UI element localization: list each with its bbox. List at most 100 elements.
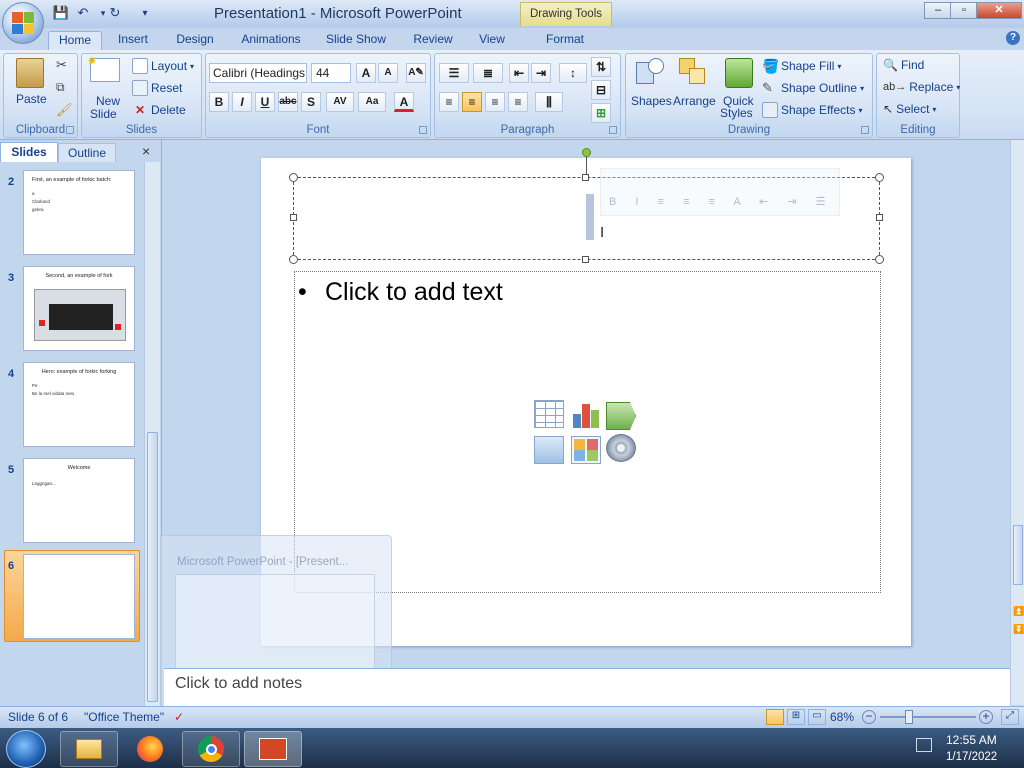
slide-thumbnail-4[interactable]: Hero: example of forkic forking Pe Be la…	[23, 362, 135, 447]
clear-formatting-icon[interactable]: A✎	[406, 63, 426, 83]
insert-picture-icon[interactable]	[534, 436, 564, 464]
content-placeholder-text[interactable]: Click to add text	[325, 278, 503, 307]
reset-button[interactable]: Reset	[132, 80, 182, 96]
taskbar-explorer[interactable]	[60, 731, 118, 767]
bullets-icon[interactable]: ☰	[439, 63, 469, 83]
insert-chart-icon[interactable]	[571, 400, 601, 428]
align-center-icon[interactable]: ≡	[462, 92, 482, 112]
insert-table-icon[interactable]	[534, 400, 564, 428]
new-slide-button-line2[interactable]: Slide	[90, 107, 117, 121]
slide-scroll-thumb[interactable]	[1013, 525, 1023, 585]
insert-smartart-icon[interactable]	[606, 402, 636, 430]
decrease-indent-icon[interactable]: ⇤	[509, 63, 529, 83]
text-shadow-icon[interactable]: S	[301, 92, 321, 112]
text-direction-icon[interactable]: ⇅	[591, 57, 611, 77]
paste-button[interactable]: Paste	[16, 92, 47, 106]
zoom-slider-thumb[interactable]	[905, 710, 913, 724]
tab-animations[interactable]: Animations	[236, 31, 306, 50]
delete-button[interactable]: ✕ Delete	[132, 102, 186, 118]
cut-icon[interactable]: ✂	[56, 57, 67, 73]
insert-media-icon[interactable]	[606, 434, 636, 462]
slide-show-icon[interactable]: ▭	[808, 709, 826, 725]
clipboard-launcher-icon[interactable]	[66, 126, 74, 134]
copy-icon[interactable]: ⧉	[56, 80, 65, 95]
notes-placeholder[interactable]: Click to add notes	[175, 675, 302, 693]
clock-date[interactable]: 1/17/2022	[946, 751, 997, 763]
bold-icon[interactable]: B	[209, 92, 229, 112]
restore-button[interactable]: ▫	[950, 2, 978, 19]
minimize-button[interactable]: –	[924, 2, 952, 19]
paste-icon[interactable]	[16, 58, 44, 88]
align-left-icon[interactable]: ≡	[439, 92, 459, 112]
taskbar-powerpoint[interactable]	[244, 731, 302, 767]
quick-styles-button-line2[interactable]: Styles	[720, 106, 753, 120]
tab-insert[interactable]: Insert	[110, 31, 156, 50]
replace-button[interactable]: ab→ Replace ▾	[883, 80, 960, 94]
underline-icon[interactable]: U	[255, 92, 275, 112]
format-painter-icon[interactable]: 🖌	[56, 102, 73, 118]
slide-thumbnail-5[interactable]: Welcome Leggngan...	[23, 458, 135, 543]
slide-thumbnail-2[interactable]: First, an example of forkic batch: a Cla…	[23, 170, 135, 255]
close-pane-icon[interactable]: ×	[142, 143, 150, 159]
tab-review[interactable]: Review	[408, 31, 458, 50]
shape-effects-button[interactable]: Shape Effects ▾	[762, 102, 863, 118]
change-case-icon[interactable]: Aa	[358, 92, 386, 112]
quick-styles-icon[interactable]	[725, 58, 753, 88]
tab-design[interactable]: Design	[170, 31, 220, 50]
resize-handle-tr[interactable]	[875, 173, 884, 182]
help-icon[interactable]: ?	[1006, 31, 1020, 45]
font-family-select[interactable]: Calibri (Headings	[209, 63, 307, 83]
paragraph-launcher-icon[interactable]	[609, 126, 617, 134]
tab-slide-show[interactable]: Slide Show	[322, 31, 390, 50]
tab-outline[interactable]: Outline	[58, 143, 116, 162]
close-button[interactable]: ✕	[976, 2, 1022, 19]
spell-check-icon[interactable]: ✓	[174, 710, 184, 724]
zoom-in-icon[interactable]: +	[979, 710, 993, 724]
tab-format[interactable]: Format	[540, 31, 590, 50]
layout-button[interactable]: Layout ▾	[132, 58, 194, 74]
pane-scroll-thumb[interactable]	[147, 432, 158, 702]
font-color-icon[interactable]: A	[394, 92, 414, 112]
resize-handle-br[interactable]	[875, 255, 884, 264]
line-spacing-icon[interactable]: ↕	[559, 63, 587, 83]
smartart-icon[interactable]: ⊞	[591, 103, 611, 123]
grow-font-icon[interactable]: A	[356, 63, 376, 83]
prev-slide-icon[interactable]: ⏫	[1013, 606, 1024, 617]
shape-fill-button[interactable]: 🪣 Shape Fill ▾	[762, 58, 841, 74]
zoom-out-icon[interactable]: −	[862, 710, 876, 724]
strikethrough-icon[interactable]: abc	[278, 92, 298, 112]
normal-view-icon[interactable]	[766, 709, 784, 725]
slide-sorter-icon[interactable]: ⊞	[787, 709, 805, 725]
pane-scrollbar[interactable]	[144, 162, 160, 708]
new-slide-button[interactable]: New	[96, 94, 120, 108]
resize-handle-bl[interactable]	[289, 255, 298, 264]
italic-icon[interactable]: I	[232, 92, 252, 112]
resize-handle-tl[interactable]	[289, 173, 298, 182]
justify-icon[interactable]: ≡	[508, 92, 528, 112]
drawing-launcher-icon[interactable]	[861, 126, 869, 134]
insert-clipart-icon[interactable]	[571, 436, 601, 464]
shapes-button[interactable]: Shapes	[631, 94, 672, 108]
font-launcher-icon[interactable]	[419, 126, 427, 134]
redo-icon[interactable]: ↻	[106, 4, 124, 22]
shrink-font-icon[interactable]: A	[378, 63, 398, 83]
start-button[interactable]	[6, 730, 46, 768]
shapes-icon[interactable]	[636, 58, 666, 88]
slide-thumbnail-3[interactable]: Second, an example of fork	[23, 266, 135, 351]
fit-slide-icon[interactable]: ⤢	[1001, 709, 1019, 725]
shape-outline-button[interactable]: ✎ Shape Outline ▾	[762, 80, 864, 96]
office-button[interactable]	[2, 2, 44, 44]
undo-icon[interactable]: ↶	[74, 4, 92, 22]
network-icon[interactable]	[916, 738, 932, 752]
slide-thumbnail-6[interactable]	[23, 554, 135, 639]
resize-handle-t[interactable]	[582, 174, 589, 181]
resize-handle-r[interactable]	[876, 214, 883, 221]
save-icon[interactable]: 💾	[52, 4, 70, 22]
taskbar-chrome[interactable]	[182, 731, 240, 767]
mini-toolbar[interactable]: B I ≡ ≡ ≡ A ⇤ ⇥ ☰	[600, 168, 840, 216]
clock-time[interactable]: 12:55 AM	[946, 733, 997, 747]
arrange-button[interactable]: Arrange	[673, 94, 716, 108]
resize-handle-l[interactable]	[290, 214, 297, 221]
tab-slides[interactable]: Slides	[0, 142, 58, 162]
tab-view[interactable]: View	[472, 31, 512, 50]
